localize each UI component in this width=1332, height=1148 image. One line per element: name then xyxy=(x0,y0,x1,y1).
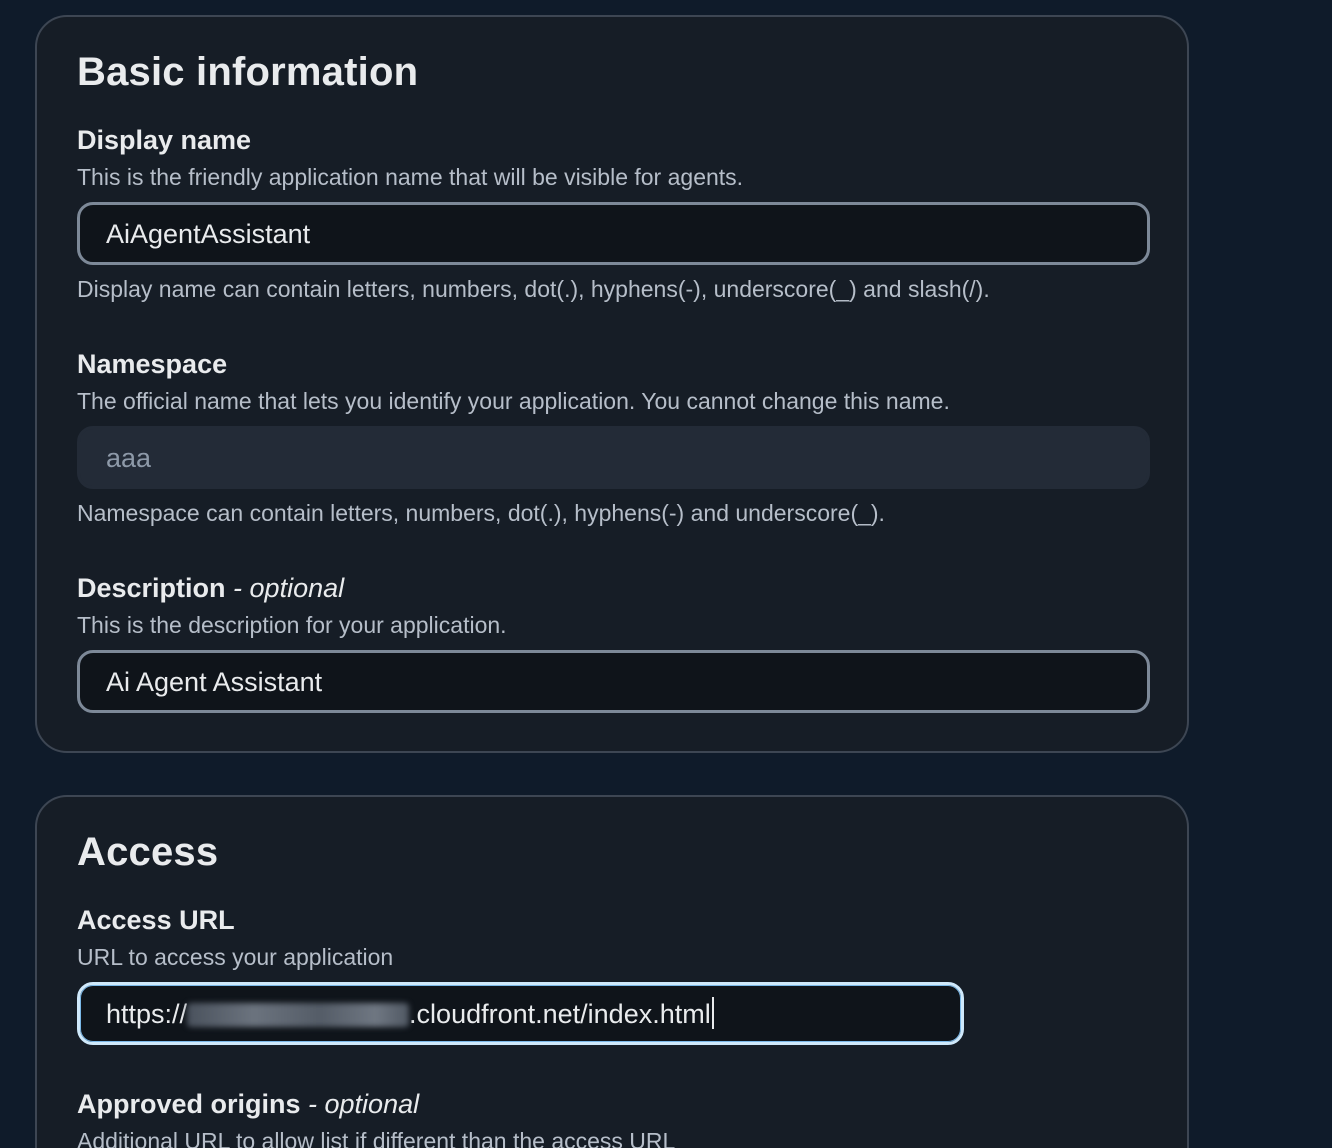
access-url-suffix: .cloudfront.net/index.html xyxy=(409,999,711,1029)
display-name-constraint: Display name can contain letters, number… xyxy=(77,276,990,302)
description-label-text: Description xyxy=(77,573,226,603)
access-url-input[interactable]: https:// .cloudfront.net/index.html xyxy=(77,982,964,1045)
access-title: Access xyxy=(77,830,219,874)
description-label: Description - optional xyxy=(77,573,344,604)
approved-origins-optional-tag: - optional xyxy=(308,1089,420,1119)
description-optional-tag: - optional xyxy=(233,573,345,603)
description-value: Ai Agent Assistant xyxy=(106,667,323,697)
display-name-value: AiAgentAssistant xyxy=(106,219,311,249)
namespace-value: aaa xyxy=(106,443,152,473)
description-input[interactable]: Ai Agent Assistant xyxy=(77,650,1150,713)
approved-origins-label-text: Approved origins xyxy=(77,1089,301,1119)
display-name-input[interactable]: AiAgentAssistant xyxy=(77,202,1150,265)
namespace-constraint: Namespace can contain letters, numbers, … xyxy=(77,500,885,526)
access-url-label: Access URL xyxy=(77,905,235,935)
description-help: This is the description for your applica… xyxy=(77,612,507,638)
access-card: Access Access URL URL to access your app… xyxy=(35,795,1189,1148)
page: Basic information Display name This is t… xyxy=(0,0,1332,1148)
access-url-description: URL to access your application xyxy=(77,944,394,970)
namespace-description: The official name that lets you identify… xyxy=(77,388,950,414)
access-url-prefix: https:// xyxy=(106,999,188,1029)
approved-origins-label: Approved origins - optional xyxy=(77,1089,419,1120)
basic-information-card: Basic information Display name This is t… xyxy=(35,15,1189,753)
display-name-label: Display name xyxy=(77,125,252,155)
namespace-input: aaa xyxy=(77,426,1150,489)
display-name-description: This is the friendly application name th… xyxy=(77,164,744,190)
text-caret xyxy=(711,997,714,1029)
approved-origins-description: Additional URL to allow list if differen… xyxy=(77,1128,676,1148)
redacted-subdomain xyxy=(187,1003,410,1027)
namespace-label: Namespace xyxy=(77,349,228,379)
basic-information-title: Basic information xyxy=(77,50,419,94)
